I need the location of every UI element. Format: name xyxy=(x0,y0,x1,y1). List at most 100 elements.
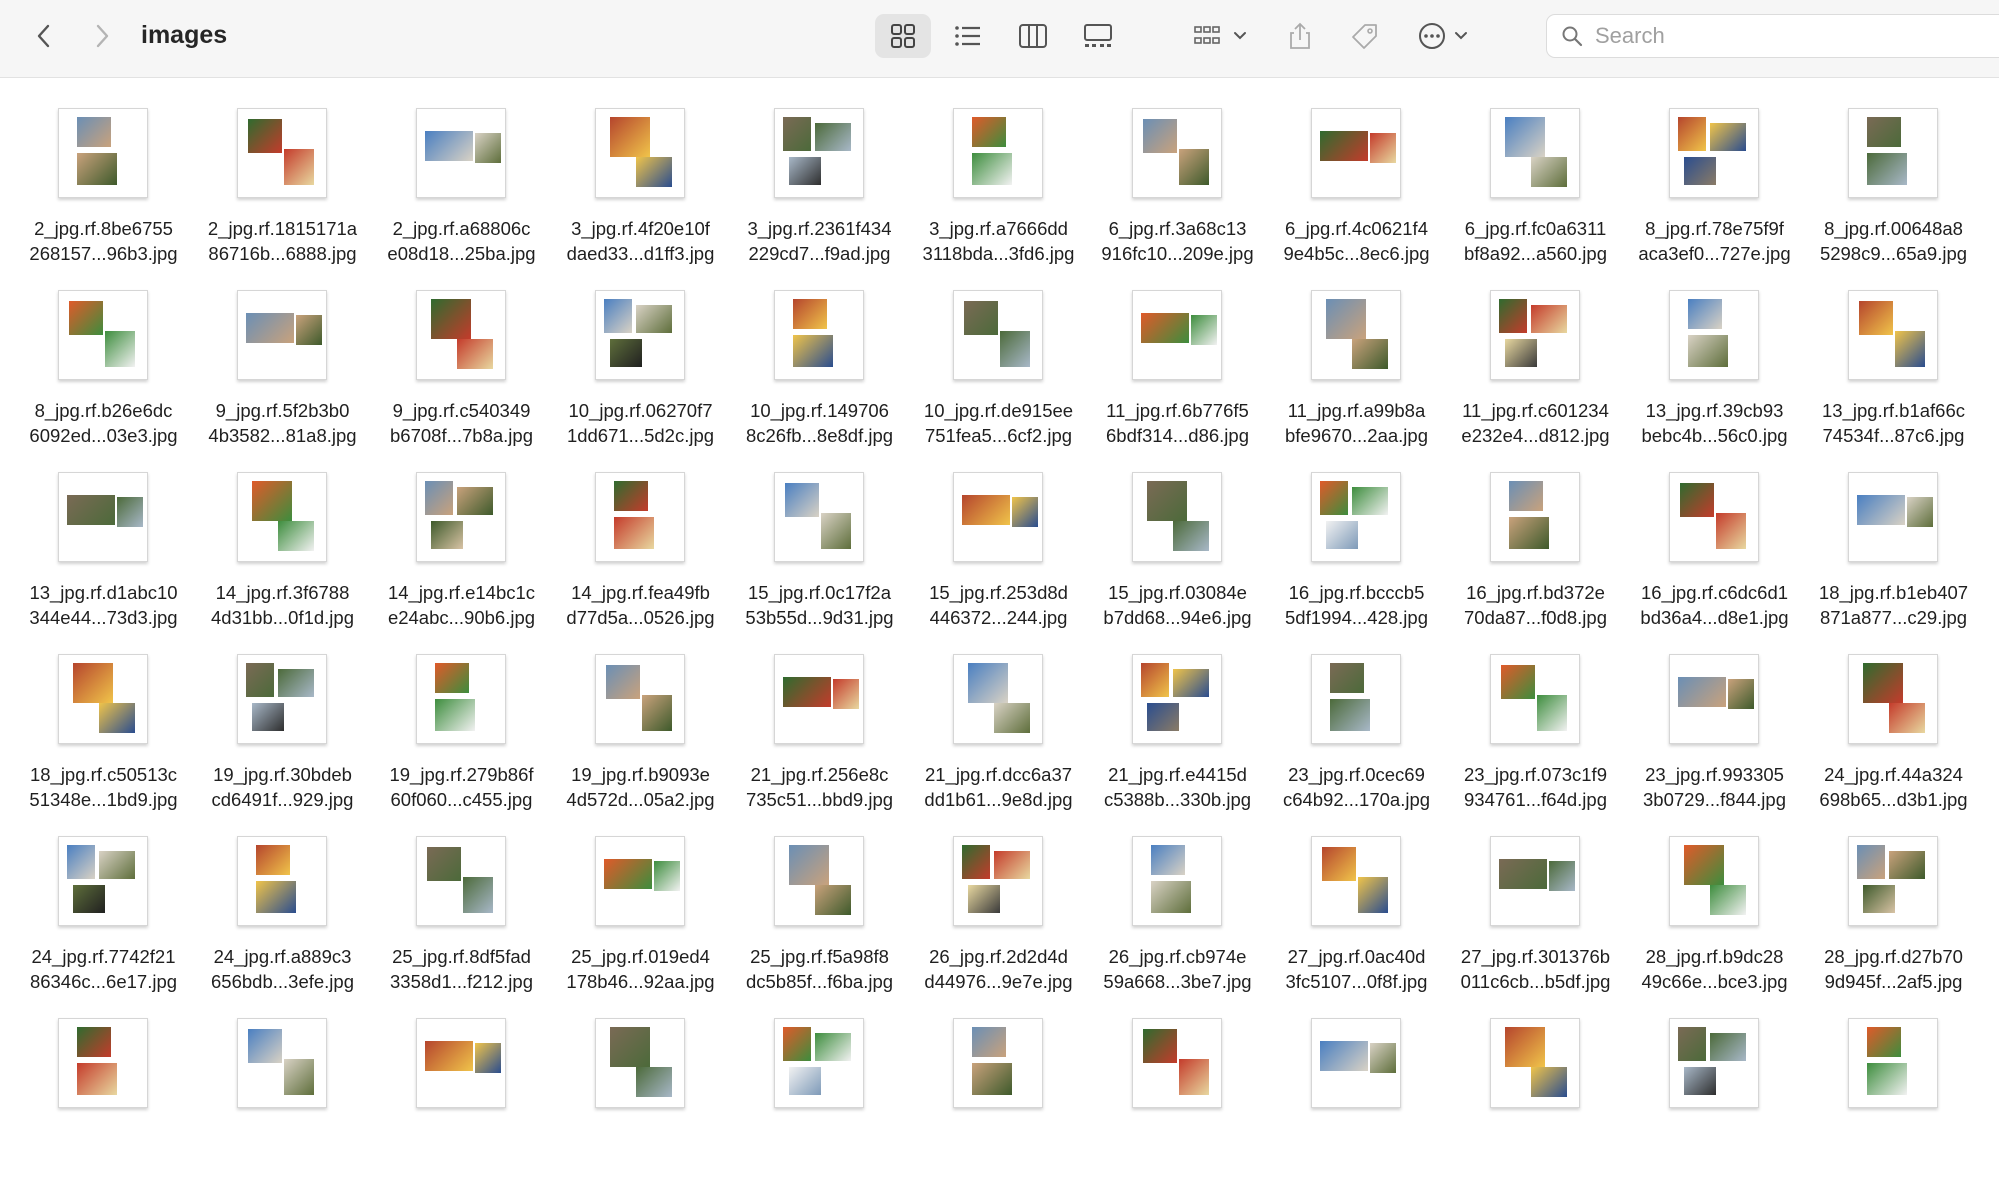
file-item[interactable]: 23_jpg.rf.0cec69 c64b92...170a.jpg xyxy=(1267,648,1446,830)
share-button[interactable] xyxy=(1282,14,1318,58)
file-item[interactable]: 3_jpg.rf.2361f434 229cd7...f9ad.jpg xyxy=(730,102,909,284)
file-name: 28_jpg.rf.b9dc28 49c66e...bce3.jpg xyxy=(1625,944,1804,994)
file-item[interactable]: 28_jpg.rf.d27b70 9d945f...2af5.jpg xyxy=(1804,830,1983,1012)
file-item[interactable]: 10_jpg.rf.149706 8c26fb...8e8df.jpg xyxy=(730,284,909,466)
file-item[interactable]: 8_jpg.rf.00648a8 5298c9...65a9.jpg xyxy=(1804,102,1983,284)
file-item[interactable]: 13_jpg.rf.b1af66c 74534f...87c6.jpg xyxy=(1804,284,1983,466)
thumbnail-photo xyxy=(1499,859,1547,889)
file-item[interactable] xyxy=(14,1012,193,1194)
file-item[interactable]: 2_jpg.rf.a68806c e08d18...25ba.jpg xyxy=(372,102,551,284)
group-by-button[interactable] xyxy=(1190,14,1252,58)
file-item[interactable] xyxy=(1625,1012,1804,1194)
file-item[interactable]: 19_jpg.rf.b9093e 4d572d...05a2.jpg xyxy=(551,648,730,830)
file-item[interactable]: 9_jpg.rf.5f2b3b0 4b3582...81a8.jpg xyxy=(193,284,372,466)
file-item[interactable]: 10_jpg.rf.06270f7 1dd671...5d2c.jpg xyxy=(551,284,730,466)
file-item[interactable]: 14_jpg.rf.e14bc1c e24abc...90b6.jpg xyxy=(372,466,551,648)
search-input[interactable] xyxy=(1593,22,1977,50)
file-item[interactable]: 3_jpg.rf.a7666dd 3118bda...3fd6.jpg xyxy=(909,102,1088,284)
file-item[interactable]: 14_jpg.rf.3f6788 4d31bb...0f1d.jpg xyxy=(193,466,372,648)
file-item[interactable] xyxy=(1446,1012,1625,1194)
file-name-line-1: 9_jpg.rf.c540349 xyxy=(392,400,531,421)
file-item[interactable]: 11_jpg.rf.c601234 e232e4...d812.jpg xyxy=(1446,284,1625,466)
file-item[interactable]: 23_jpg.rf.073c1f9 934761...f64d.jpg xyxy=(1446,648,1625,830)
file-item[interactable]: 15_jpg.rf.03084e b7dd68...94e6.jpg xyxy=(1088,466,1267,648)
file-item[interactable]: 26_jpg.rf.cb974e 59a668...3be7.jpg xyxy=(1088,830,1267,1012)
file-item[interactable]: 14_jpg.rf.fea49fb d77d5a...0526.jpg xyxy=(551,466,730,648)
file-item[interactable] xyxy=(1088,1012,1267,1194)
file-thumbnail xyxy=(1848,654,1938,744)
file-item[interactable] xyxy=(909,1012,1088,1194)
file-item[interactable]: 6_jpg.rf.4c0621f4 9e4b5c...8ec6.jpg xyxy=(1267,102,1446,284)
gallery-view-button[interactable] xyxy=(1070,14,1126,58)
file-name-line-1: 25_jpg.rf.f5a98f8 xyxy=(750,946,889,967)
file-item[interactable]: 15_jpg.rf.0c17f2a 53b55d...9d31.jpg xyxy=(730,466,909,648)
file-item[interactable]: 2_jpg.rf.1815171a 86716b...6888.jpg xyxy=(193,102,372,284)
file-name-line-2: 3fc5107...0f8f.jpg xyxy=(1285,971,1428,992)
file-item[interactable]: 9_jpg.rf.c540349 b6708f...7b8a.jpg xyxy=(372,284,551,466)
file-name: 27_jpg.rf.0ac40d 3fc5107...0f8f.jpg xyxy=(1267,944,1446,994)
file-name-line-2: bf8a92...a560.jpg xyxy=(1464,243,1607,264)
file-thumbnail xyxy=(416,836,506,926)
file-item[interactable]: 15_jpg.rf.253d8d 446372...244.jpg xyxy=(909,466,1088,648)
file-item[interactable]: 25_jpg.rf.8df5fad 3358d1...f212.jpg xyxy=(372,830,551,1012)
more-actions-button[interactable] xyxy=(1415,14,1477,58)
file-item[interactable]: 19_jpg.rf.30bdeb cd6491f...929.jpg xyxy=(193,648,372,830)
file-item[interactable]: 21_jpg.rf.dcc6a37 dd1b61...9e8d.jpg xyxy=(909,648,1088,830)
file-item[interactable]: 25_jpg.rf.f5a98f8 dc5b85f...f6ba.jpg xyxy=(730,830,909,1012)
file-item[interactable] xyxy=(193,1012,372,1194)
file-item[interactable]: 28_jpg.rf.b9dc28 49c66e...bce3.jpg xyxy=(1625,830,1804,1012)
thumbnail-photo xyxy=(425,1041,473,1071)
file-name-line-2: 8c26fb...8e8df.jpg xyxy=(745,425,894,446)
file-item[interactable]: 24_jpg.rf.44a324 698b65...d3b1.jpg xyxy=(1804,648,1983,830)
thumbnail-photo xyxy=(1505,117,1545,157)
file-name-line-2: 934761...f64d.jpg xyxy=(1464,789,1607,810)
file-item[interactable]: 18_jpg.rf.c50513c 51348e...1bd9.jpg xyxy=(14,648,193,830)
back-button[interactable] xyxy=(24,16,64,56)
thumbnail-photo xyxy=(1863,885,1895,913)
file-item[interactable]: 8_jpg.rf.b26e6dc 6092ed...03e3.jpg xyxy=(14,284,193,466)
file-item[interactable]: 6_jpg.rf.fc0a6311 bf8a92...a560.jpg xyxy=(1446,102,1625,284)
file-thumbnail xyxy=(595,836,685,926)
file-item[interactable] xyxy=(372,1012,551,1194)
file-item[interactable]: 3_jpg.rf.4f20e10f daed33...d1ff3.jpg xyxy=(551,102,730,284)
file-item[interactable]: 23_jpg.rf.993305 3b0729...f844.jpg xyxy=(1625,648,1804,830)
file-item[interactable] xyxy=(730,1012,909,1194)
file-item[interactable]: 25_jpg.rf.019ed4 178b46...92aa.jpg xyxy=(551,830,730,1012)
file-item[interactable]: 27_jpg.rf.301376b 011c6cb...b5df.jpg xyxy=(1446,830,1625,1012)
thumbnail-photo xyxy=(1505,1027,1545,1067)
file-item[interactable]: 24_jpg.rf.a889c3 656bdb...3efe.jpg xyxy=(193,830,372,1012)
file-item[interactable]: 2_jpg.rf.8be6755 268157...96b3.jpg xyxy=(14,102,193,284)
file-item[interactable]: 16_jpg.rf.c6dc6d1 bd36a4...d8e1.jpg xyxy=(1625,466,1804,648)
file-name-line-1: 25_jpg.rf.8df5fad xyxy=(392,946,531,967)
file-item[interactable]: 6_jpg.rf.3a68c13 916fc10...209e.jpg xyxy=(1088,102,1267,284)
file-name: 26_jpg.rf.2d2d4d d44976...9e7e.jpg xyxy=(909,944,1088,994)
file-item[interactable] xyxy=(551,1012,730,1194)
file-item[interactable]: 11_jpg.rf.6b776f5 6bdf314...d86.jpg xyxy=(1088,284,1267,466)
column-view-button[interactable] xyxy=(1005,14,1061,58)
file-item[interactable]: 10_jpg.rf.de915ee 751fea5...6cf2.jpg xyxy=(909,284,1088,466)
file-item[interactable]: 27_jpg.rf.0ac40d 3fc5107...0f8f.jpg xyxy=(1267,830,1446,1012)
forward-button[interactable] xyxy=(82,16,122,56)
file-name: 18_jpg.rf.c50513c 51348e...1bd9.jpg xyxy=(14,762,193,812)
file-item[interactable]: 16_jpg.rf.bcccb5 5df1994...428.jpg xyxy=(1267,466,1446,648)
file-item[interactable]: 19_jpg.rf.279b86f 60f060...c455.jpg xyxy=(372,648,551,830)
file-name-line-1: 21_jpg.rf.dcc6a37 xyxy=(924,764,1073,785)
tag-button[interactable] xyxy=(1345,14,1385,58)
file-item[interactable]: 18_jpg.rf.b1eb407 871a877...c29.jpg xyxy=(1804,466,1983,648)
file-item[interactable]: 21_jpg.rf.e4415d c5388b...330b.jpg xyxy=(1088,648,1267,830)
file-name: 3_jpg.rf.4f20e10f daed33...d1ff3.jpg xyxy=(551,216,730,266)
file-item[interactable] xyxy=(1267,1012,1446,1194)
file-item[interactable]: 26_jpg.rf.2d2d4d d44976...9e7e.jpg xyxy=(909,830,1088,1012)
thumbnail-photo xyxy=(962,495,1010,525)
file-item[interactable]: 21_jpg.rf.256e8c 735c51...bbd9.jpg xyxy=(730,648,909,830)
file-item[interactable] xyxy=(1804,1012,1983,1194)
list-view-button[interactable] xyxy=(940,14,996,58)
file-item[interactable]: 16_jpg.rf.bd372e 70da87...f0d8.jpg xyxy=(1446,466,1625,648)
file-item[interactable]: 11_jpg.rf.a99b8a bfe9670...2aa.jpg xyxy=(1267,284,1446,466)
search-field[interactable] xyxy=(1546,14,1999,58)
file-item[interactable]: 8_jpg.rf.78e75f9f aca3ef0...727e.jpg xyxy=(1625,102,1804,284)
file-item[interactable]: 13_jpg.rf.d1abc10 344e44...73d3.jpg xyxy=(14,466,193,648)
file-item[interactable]: 24_jpg.rf.7742f21 86346c...6e17.jpg xyxy=(14,830,193,1012)
icon-view-button[interactable] xyxy=(875,14,931,58)
file-item[interactable]: 13_jpg.rf.39cb93 bebc4b...56c0.jpg xyxy=(1625,284,1804,466)
